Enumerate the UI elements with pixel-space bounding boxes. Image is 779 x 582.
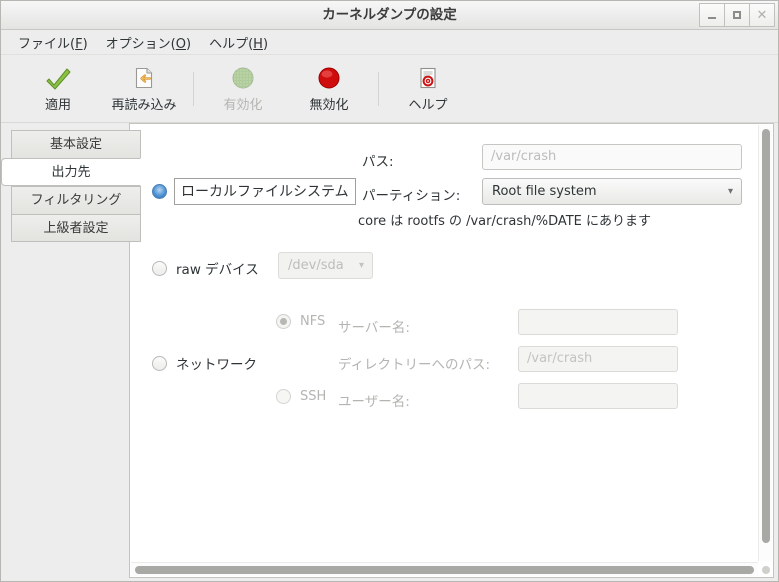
toolbar-button-disable[interactable]: 無効化 bbox=[286, 60, 372, 118]
tab-filtering[interactable]: フィルタリング bbox=[11, 186, 141, 214]
horizontal-scrollbar[interactable] bbox=[131, 562, 758, 576]
chevron-down-icon: ▾ bbox=[728, 187, 733, 197]
tab-target[interactable]: 出力先 bbox=[1, 158, 141, 186]
directory-path-input-placeholder: /var/crash bbox=[527, 347, 592, 371]
menu-item-options[interactable]: オプション(O) bbox=[97, 30, 200, 55]
horizontal-scrollbar-thumb[interactable] bbox=[135, 566, 754, 574]
menu-mnemonic-options: O bbox=[176, 37, 186, 52]
ssh-label: SSH bbox=[300, 389, 326, 404]
help-document-icon bbox=[415, 65, 441, 91]
menu-label-options: オプション bbox=[106, 37, 171, 52]
toolbar-separator-1 bbox=[193, 72, 194, 106]
red-circle-icon bbox=[316, 65, 342, 91]
toolbar-label-help: ヘルプ bbox=[408, 94, 447, 113]
maximize-icon bbox=[733, 11, 741, 19]
radio-network[interactable] bbox=[152, 356, 167, 371]
local-hint-text: core は rootfs の /var/crash/%DATE にあります bbox=[358, 210, 651, 229]
chevron-down-icon-raw: ▾ bbox=[359, 261, 364, 271]
path-input-placeholder: /var/crash bbox=[491, 145, 556, 169]
menu-item-help[interactable]: ヘルプ(H) bbox=[200, 30, 277, 55]
server-name-label: サーバー名: bbox=[338, 316, 410, 336]
maximize-button[interactable] bbox=[724, 3, 750, 27]
partition-combo[interactable]: Root file system ▾ bbox=[482, 178, 742, 205]
toolbar-button-reload[interactable]: 再読み込み bbox=[101, 60, 187, 118]
partition-label: パーティション: bbox=[362, 184, 460, 204]
menubar: ファイル(F) オプション(O) ヘルプ(H) bbox=[1, 30, 778, 55]
toolbar-separator-2 bbox=[378, 72, 379, 106]
document-reload-icon bbox=[131, 65, 157, 91]
local-filesystem-option[interactable]: ローカルファイルシステム bbox=[152, 178, 356, 205]
close-icon: ✕ bbox=[757, 9, 768, 22]
partition-label-row: パーティション: bbox=[362, 184, 460, 204]
toolbar: 適用 再読み込み bbox=[1, 55, 778, 123]
menu-label-file: ファイル bbox=[18, 37, 70, 52]
menu-mnemonic-help: H bbox=[253, 37, 263, 52]
menu-mnemonic-file: F bbox=[75, 37, 82, 52]
partition-combo-value: Root file system bbox=[492, 184, 597, 199]
radio-local-filesystem[interactable] bbox=[152, 184, 167, 199]
workarea: 基本設定 出力先 フィルタリング 上級者設定 ローカルファイルシステム パス: … bbox=[1, 123, 778, 582]
network-option[interactable]: ネットワーク bbox=[152, 353, 257, 373]
username-label: ユーザー名: bbox=[338, 390, 410, 410]
window-title: カーネルダンプの設定 bbox=[1, 1, 778, 29]
nfs-option[interactable]: NFS bbox=[276, 314, 325, 329]
raw-device-option[interactable]: raw デバイス bbox=[152, 258, 259, 278]
window-controls: ✕ bbox=[699, 3, 775, 27]
network-label: ネットワーク bbox=[176, 353, 257, 373]
server-name-input[interactable] bbox=[518, 309, 678, 335]
path-label-row: パス: bbox=[362, 150, 394, 170]
target-panel: ローカルファイルシステム パス: /var/crash パーティション: Roo… bbox=[129, 123, 774, 578]
toolbar-label-disable: 無効化 bbox=[309, 94, 348, 113]
resize-grip[interactable] bbox=[762, 566, 770, 574]
username-input[interactable] bbox=[518, 383, 678, 409]
green-check-icon bbox=[45, 65, 71, 91]
toolbar-button-enable[interactable]: 有効化 bbox=[200, 60, 286, 118]
toolbar-label-reload: 再読み込み bbox=[111, 94, 176, 113]
path-label: パス: bbox=[362, 150, 394, 170]
directory-path-input[interactable]: /var/crash bbox=[518, 346, 678, 372]
close-button[interactable]: ✕ bbox=[749, 3, 775, 27]
toolbar-button-apply[interactable]: 適用 bbox=[15, 60, 101, 118]
ssh-option[interactable]: SSH bbox=[276, 389, 326, 404]
radio-ssh[interactable] bbox=[276, 389, 291, 404]
kdump-config-window: カーネルダンプの設定 ✕ ファイル(F) オプション(O) ヘルプ(H) bbox=[0, 0, 779, 582]
vertical-scrollbar[interactable] bbox=[758, 125, 772, 561]
vertical-scrollbar-thumb[interactable] bbox=[762, 129, 770, 543]
minimize-button[interactable] bbox=[699, 3, 725, 27]
toolbar-label-enable: 有効化 bbox=[223, 94, 262, 113]
toolbar-button-help[interactable]: ヘルプ bbox=[385, 60, 471, 118]
tab-basic-settings[interactable]: 基本設定 bbox=[11, 130, 141, 158]
nfs-label: NFS bbox=[300, 314, 325, 329]
tabstrip: 基本設定 出力先 フィルタリング 上級者設定 bbox=[11, 130, 141, 242]
path-input[interactable]: /var/crash bbox=[482, 144, 742, 170]
raw-device-combo-value: /dev/sda bbox=[288, 258, 344, 273]
radio-nfs[interactable] bbox=[276, 314, 291, 329]
radio-raw-device[interactable] bbox=[152, 261, 167, 276]
toolbar-label-apply: 適用 bbox=[45, 94, 71, 113]
target-panel-content: ローカルファイルシステム パス: /var/crash パーティション: Roo… bbox=[130, 124, 758, 562]
raw-device-combo[interactable]: /dev/sda ▾ bbox=[278, 252, 373, 279]
raw-device-label: raw デバイス bbox=[176, 258, 259, 278]
tab-advanced[interactable]: 上級者設定 bbox=[11, 214, 141, 242]
local-filesystem-label: ローカルファイルシステム bbox=[174, 178, 356, 205]
green-circle-icon bbox=[230, 65, 256, 91]
directory-path-label: ディレクトリーへのパス: bbox=[338, 353, 490, 373]
minimize-icon bbox=[708, 17, 716, 19]
menu-label-help: ヘルプ bbox=[209, 37, 248, 52]
titlebar: カーネルダンプの設定 ✕ bbox=[1, 1, 778, 30]
menu-item-file[interactable]: ファイル(F) bbox=[9, 30, 97, 55]
